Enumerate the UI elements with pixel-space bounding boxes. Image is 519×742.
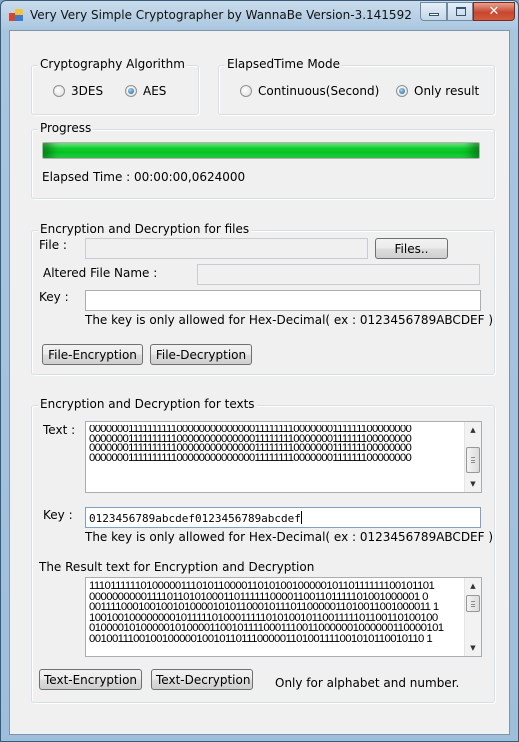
title-bar[interactable]: Very Very Simple Cryptographer by WannaB…: [1, 1, 518, 29]
app-icon: [9, 9, 23, 22]
radio-label: 3DES: [71, 84, 104, 98]
close-button[interactable]: ✕: [473, 2, 515, 21]
radio-indicator: [396, 85, 408, 97]
text-key-label: Key :: [43, 508, 73, 522]
file-key-label: Key :: [39, 290, 69, 304]
file-encryption-button[interactable]: File-Encryption: [42, 344, 143, 365]
radio-continuous[interactable]: Continuous(Second): [240, 84, 379, 98]
scroll-up-icon[interactable]: ▲: [465, 578, 481, 594]
files-legend: Encryption and Decryption for files: [38, 222, 252, 236]
scroll-up-icon[interactable]: ▲: [465, 422, 481, 438]
elapsed-mode-group: ElapsedTime Mode Continuous(Second) Only…: [218, 57, 495, 115]
radio-indicator: [53, 85, 65, 97]
result-scrollbar[interactable]: ▲ ▼: [464, 578, 481, 656]
altered-file-name-label: Altered File Name :: [43, 266, 158, 280]
result-output[interactable]: 1110111111010000011101011000011010100100…: [85, 577, 482, 657]
texts-legend: Encryption and Decryption for texts: [38, 397, 257, 411]
radio-indicator: [125, 85, 137, 97]
close-icon: ✕: [488, 4, 500, 19]
file-key-hint: The key is only allowed for Hex-Decimal(…: [85, 313, 494, 327]
scroll-down-icon[interactable]: ▼: [465, 640, 481, 656]
minimize-icon: [429, 13, 439, 16]
file-label: File :: [39, 238, 67, 252]
scroll-thumb[interactable]: [466, 447, 480, 473]
file-path-field[interactable]: [85, 238, 368, 259]
app-window: Very Very Simple Cryptographer by WannaB…: [0, 0, 519, 742]
text-scrollbar[interactable]: ▲ ▼: [464, 422, 481, 492]
scroll-down-icon[interactable]: ▼: [465, 476, 481, 492]
minimize-button[interactable]: [420, 2, 447, 21]
text-label: Text :: [43, 423, 76, 437]
text-input[interactable]: 0000000111111111100000000000000111111110…: [85, 421, 482, 493]
browse-files-button[interactable]: Files..: [375, 238, 448, 259]
text-caret: [300, 511, 302, 524]
progress-legend: Progress: [38, 121, 94, 135]
radio-3des[interactable]: 3DES: [53, 84, 103, 98]
text-encryption-button[interactable]: Text-Encryption: [39, 669, 142, 690]
files-group: Encryption and Decryption for files File…: [31, 222, 495, 375]
radio-label: Only result: [414, 84, 480, 98]
text-note: Only for alphabet and number.: [275, 676, 460, 690]
client-area: Cryptography Algorithm 3DES AES ElapsedT…: [9, 30, 510, 735]
algorithm-group: Cryptography Algorithm 3DES AES: [31, 57, 199, 115]
window-title: Very Very Simple Cryptographer by WannaB…: [30, 8, 412, 22]
text-input-content: 0000000111111111100000000000000111111110…: [89, 425, 412, 464]
text-key-hint: The key is only allowed for Hex-Decimal(…: [85, 530, 494, 544]
file-decryption-button[interactable]: File-Decryption: [150, 344, 252, 365]
progress-bar: [42, 142, 480, 159]
text-key-input[interactable]: 0123456789abcdef0123456789abcdef: [85, 507, 481, 528]
result-label: The Result text for Encryption and Decry…: [39, 560, 315, 574]
text-decryption-button[interactable]: Text-Decryption: [151, 669, 253, 690]
maximize-icon: [456, 7, 466, 16]
result-output-content: 1110111111010000011101011000011010100100…: [89, 581, 444, 644]
file-key-input[interactable]: [85, 290, 481, 311]
maximize-button[interactable]: [447, 2, 473, 21]
texts-group: Encryption and Decryption for texts Text…: [31, 397, 495, 703]
altered-file-name-field[interactable]: [197, 264, 480, 285]
radio-label: AES: [143, 84, 167, 98]
progress-fill: [43, 143, 479, 158]
algorithm-legend: Cryptography Algorithm: [38, 57, 187, 71]
elapsed-time-label: Elapsed Time : 00:00:00,0624000: [42, 170, 246, 184]
scroll-thumb[interactable]: [466, 595, 480, 612]
progress-group: Progress Elapsed Time : 00:00:00,0624000: [31, 121, 495, 199]
text-key-value: 0123456789abcdef0123456789abcdef: [89, 512, 301, 525]
radio-only-result[interactable]: Only result: [396, 84, 479, 98]
elapsed-mode-legend: ElapsedTime Mode: [225, 57, 343, 71]
radio-aes[interactable]: AES: [125, 84, 166, 98]
radio-label: Continuous(Second): [258, 84, 380, 98]
radio-indicator: [240, 85, 252, 97]
